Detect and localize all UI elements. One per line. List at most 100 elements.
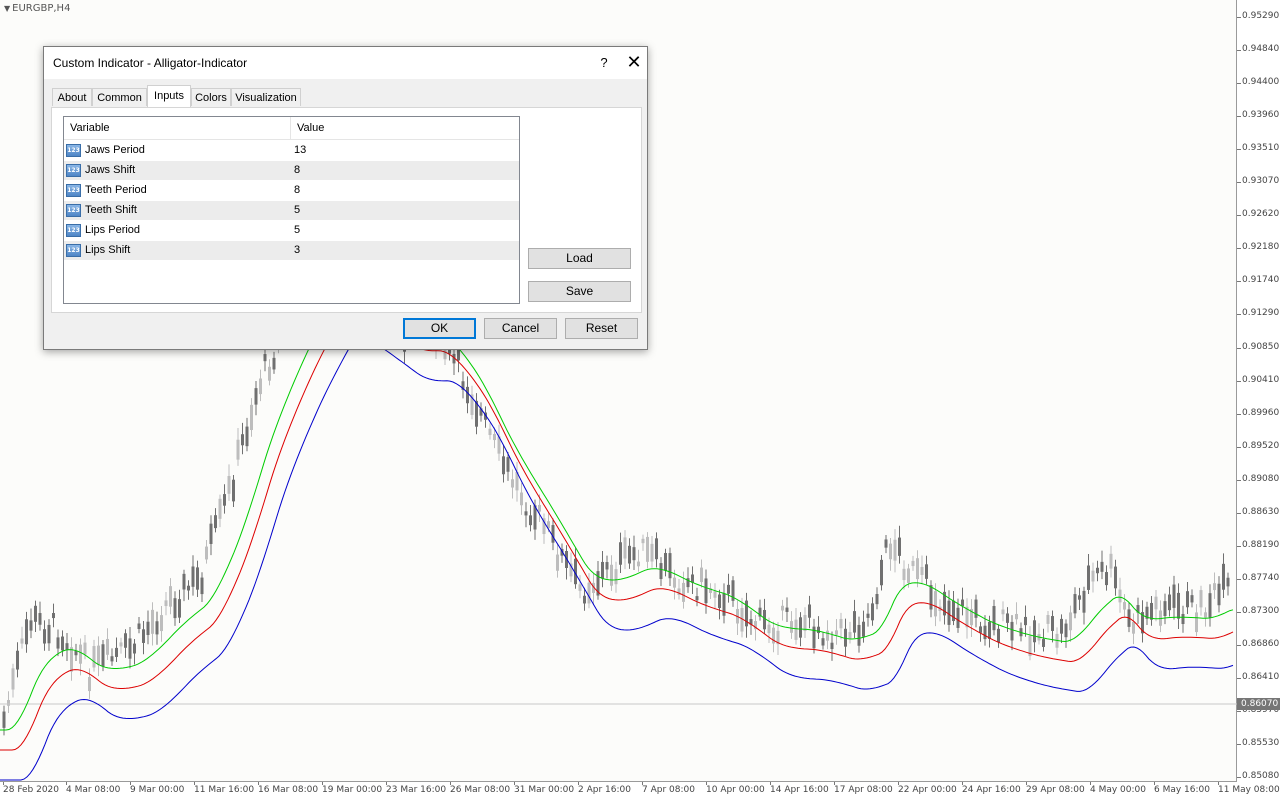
- time-label: 26 Mar 08:00: [450, 785, 511, 795]
- candle-body: [848, 632, 852, 639]
- candle-body: [1087, 565, 1090, 590]
- variable-name: Jaws Period: [85, 144, 145, 156]
- candle-body: [556, 554, 559, 571]
- candle-body: [862, 621, 865, 637]
- candle-body: [821, 638, 825, 646]
- candle-body: [169, 586, 172, 607]
- candle-body: [56, 637, 60, 649]
- price-label: 0.86410: [1242, 672, 1280, 682]
- candle-body: [866, 613, 870, 618]
- candle-body: [241, 434, 244, 446]
- candle-body: [1078, 595, 1081, 600]
- candle-body: [263, 354, 267, 362]
- candle-body: [254, 388, 258, 405]
- column-header-variable[interactable]: Variable: [64, 117, 290, 139]
- candle-body: [20, 638, 24, 644]
- candle-body: [826, 630, 829, 641]
- candle-body: [236, 439, 240, 460]
- variable-value[interactable]: 5: [294, 201, 300, 220]
- time-scale[interactable]: 28 Feb 2020 4 Mar 08:00 9 Mar 00:00 11 Mar …: [0, 782, 1280, 800]
- dialog-titlebar[interactable]: Custom Indicator - Alligator-Indicator ?…: [44, 47, 647, 79]
- candle-body: [835, 630, 838, 635]
- price-label: 0.86860: [1242, 638, 1280, 649]
- variable-value[interactable]: 13: [294, 141, 306, 160]
- candle-body: [682, 582, 685, 602]
- table-row[interactable]: 123 Lips Shift 3: [64, 241, 519, 261]
- candle-body: [1150, 602, 1153, 620]
- chart-symbol-label[interactable]: ▼ EURGBP,H4: [4, 3, 70, 14]
- price-tick: [1237, 17, 1241, 18]
- load-button[interactable]: Load: [528, 248, 631, 269]
- cancel-button[interactable]: Cancel: [484, 318, 557, 339]
- price-tick: [1237, 149, 1241, 151]
- candle-body: [1177, 592, 1180, 619]
- candle-body: [1208, 593, 1212, 618]
- candle-body: [16, 650, 19, 670]
- price-label: 0.91290: [1242, 308, 1280, 319]
- candle-body: [151, 609, 154, 634]
- candle-body: [920, 566, 924, 575]
- candle-body: [106, 638, 109, 655]
- variable-value[interactable]: 8: [294, 181, 300, 200]
- candle-body: [187, 585, 190, 591]
- table-row[interactable]: 123 Lips Period 5: [64, 221, 519, 241]
- candle-body: [7, 700, 10, 706]
- price-label: 0.94400: [1242, 77, 1280, 88]
- candle-body: [1064, 623, 1068, 638]
- candle-body: [673, 577, 676, 588]
- candle-body: [884, 539, 888, 548]
- candle-body: [1015, 613, 1018, 620]
- price-scale[interactable]: 0.95290 0.94840 0.94400 0.93960 0.93510 0.930…: [1237, 0, 1280, 782]
- candle-body: [65, 643, 69, 651]
- candle-body: [119, 642, 123, 647]
- time-label: 22 Apr 00:00: [898, 785, 957, 795]
- tab-colors[interactable]: Colors: [191, 88, 231, 106]
- candle-body: [2, 711, 6, 728]
- candle-body: [839, 618, 843, 629]
- time-label: 29 Apr 08:00: [1026, 785, 1085, 795]
- column-header-value[interactable]: Value: [291, 117, 519, 139]
- candle-body: [142, 629, 145, 643]
- candle-body: [1163, 601, 1167, 617]
- candle-body: [997, 628, 1000, 643]
- tab-visualization[interactable]: Visualization: [231, 88, 301, 106]
- candle-body: [1100, 561, 1104, 572]
- variable-value[interactable]: 5: [294, 221, 300, 240]
- ok-button[interactable]: OK: [403, 318, 476, 339]
- table-row[interactable]: 123 Teeth Shift 5: [64, 201, 519, 221]
- candle-body: [43, 629, 46, 644]
- numeric-type-icon: 123: [66, 144, 81, 157]
- candle-body: [502, 456, 505, 475]
- price-label: 0.92180: [1242, 242, 1280, 253]
- candle-body: [92, 646, 96, 668]
- candle-body: [529, 515, 532, 526]
- tab-inputs[interactable]: Inputs: [147, 85, 191, 107]
- close-icon[interactable]: ✕: [612, 47, 656, 79]
- inputs-panel: Variable Value 123 Jaws Period 13 123 Ja…: [51, 107, 642, 313]
- candle-body: [101, 644, 105, 667]
- candle-body: [182, 573, 186, 590]
- candle-body: [218, 498, 222, 519]
- save-button[interactable]: Save: [528, 281, 631, 302]
- reset-button[interactable]: Reset: [565, 318, 638, 339]
- tab-about[interactable]: About: [52, 88, 92, 106]
- time-label: 31 Mar 00:00: [514, 785, 575, 795]
- candle-body: [1010, 621, 1014, 641]
- candle-body: [583, 595, 586, 604]
- inputs-table[interactable]: Variable Value 123 Jaws Period 13 123 Ja…: [63, 116, 520, 304]
- variable-value[interactable]: 3: [294, 241, 300, 260]
- candle-body: [628, 545, 631, 564]
- time-label: 2 Apr 16:00: [578, 785, 631, 795]
- current-price-badge: 0.86070: [1237, 698, 1280, 710]
- dropdown-triangle-icon: ▼: [4, 4, 11, 13]
- table-row[interactable]: 123 Teeth Period 8: [64, 181, 519, 201]
- variable-value[interactable]: 8: [294, 161, 300, 180]
- table-row[interactable]: 123 Jaws Period 13: [64, 141, 519, 161]
- candle-body: [790, 621, 793, 633]
- tab-common[interactable]: Common: [92, 88, 147, 106]
- candle-body: [898, 537, 901, 556]
- price-tick: [1237, 479, 1241, 481]
- candle-body: [110, 656, 114, 662]
- price-label: 0.89520: [1242, 440, 1280, 451]
- table-row[interactable]: 123 Jaws Shift 8: [64, 161, 519, 181]
